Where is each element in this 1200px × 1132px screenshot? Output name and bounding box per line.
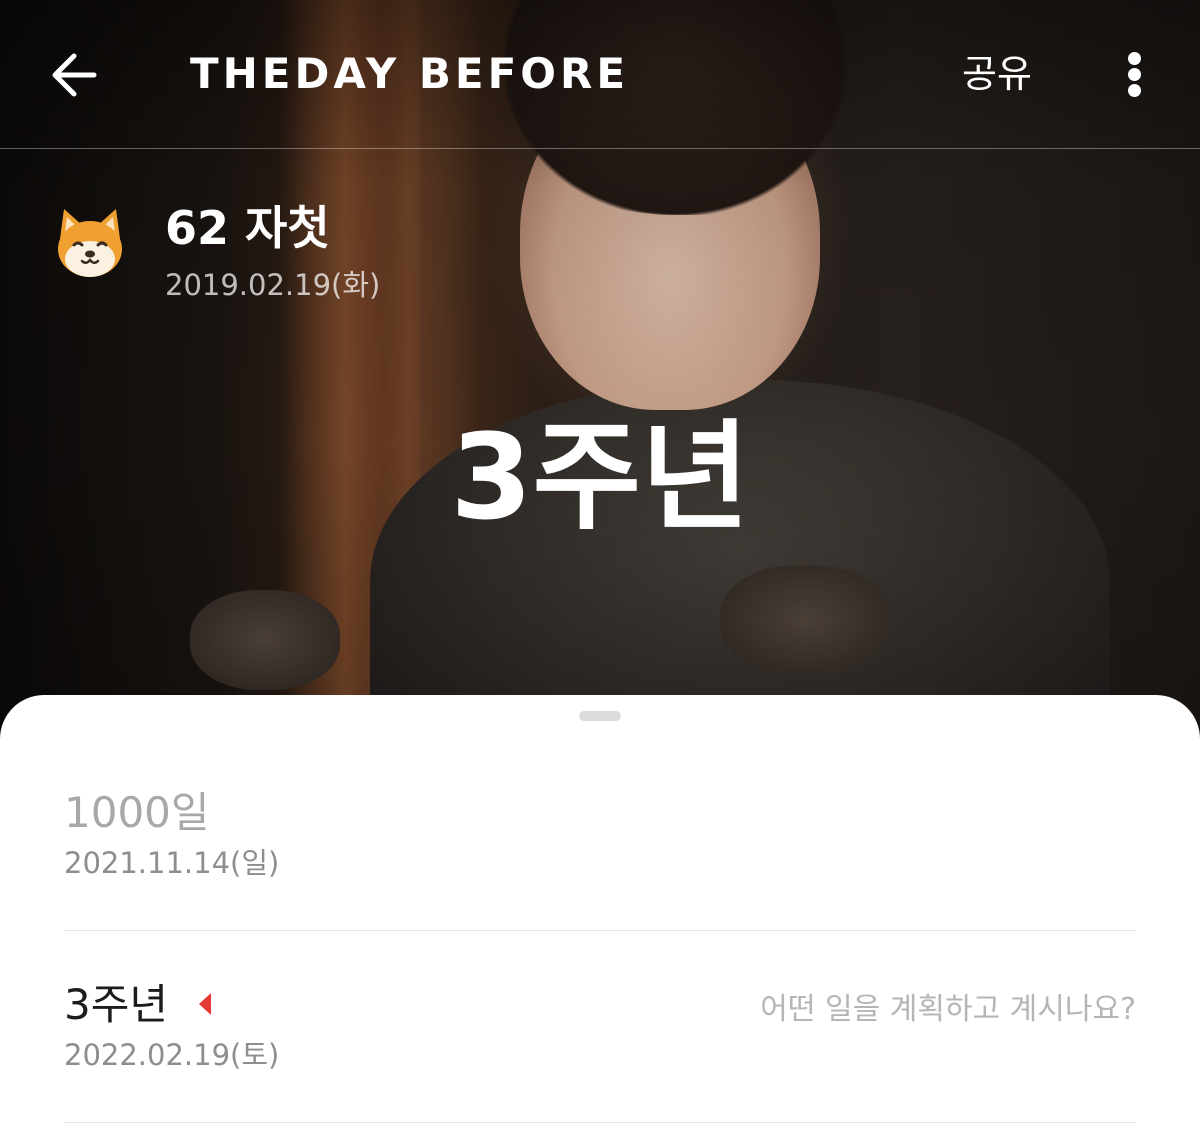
- milestone-date: 2021.11.14(일): [64, 846, 280, 880]
- drag-handle[interactable]: [579, 711, 621, 721]
- milestone-item[interactable]: 1000일 2021.11.14(일): [64, 785, 1136, 931]
- milestone-title: 1000일: [64, 788, 210, 837]
- milestone-date: 2022.02.19(토): [64, 1038, 280, 1072]
- today-marker-icon: [199, 993, 211, 1015]
- event-title[interactable]: 62 자첫: [165, 198, 330, 258]
- milestone-sheet: 1000일 2021.11.14(일) 3주년 2022.02.19(토) 어떤…: [0, 695, 1200, 1132]
- milestone-headline: 3주년: [450, 408, 750, 546]
- milestone-title: 3주년: [64, 980, 169, 1029]
- plan-memo-field[interactable]: 어떤 일을 계획하고 계시나요?: [760, 989, 1136, 1031]
- arrow-left-icon: [52, 53, 97, 97]
- app-bar: THEDAY BEFORE 공유: [0, 0, 1200, 148]
- app-logo: THEDAY BEFORE: [190, 49, 630, 98]
- back-button[interactable]: [40, 44, 110, 106]
- share-button[interactable]: 공유: [962, 48, 1032, 100]
- event-date: 2019.02.19(화): [165, 268, 381, 302]
- shiba-dog-icon: [58, 209, 122, 277]
- header-divider: [0, 148, 1200, 149]
- more-options-button[interactable]: [1112, 48, 1158, 100]
- milestone-item[interactable]: 3주년 2022.02.19(토) 어떤 일을 계획하고 계시나요?: [64, 977, 1136, 1123]
